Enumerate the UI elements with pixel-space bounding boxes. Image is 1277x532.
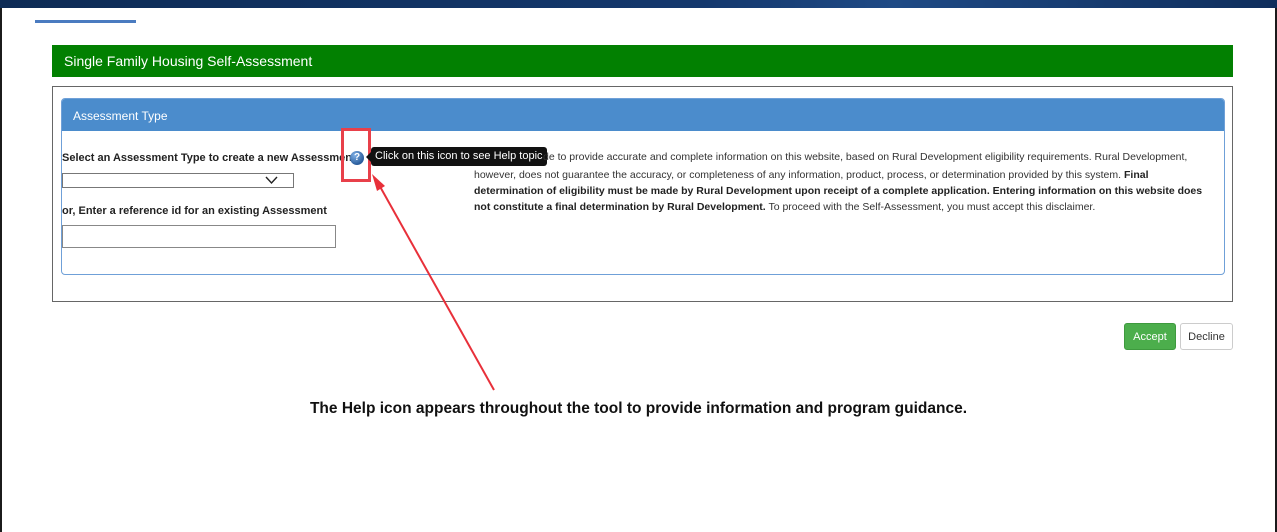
annotation-arrow xyxy=(372,174,495,391)
annotation-caption: The Help icon appears throughout the too… xyxy=(309,400,968,417)
